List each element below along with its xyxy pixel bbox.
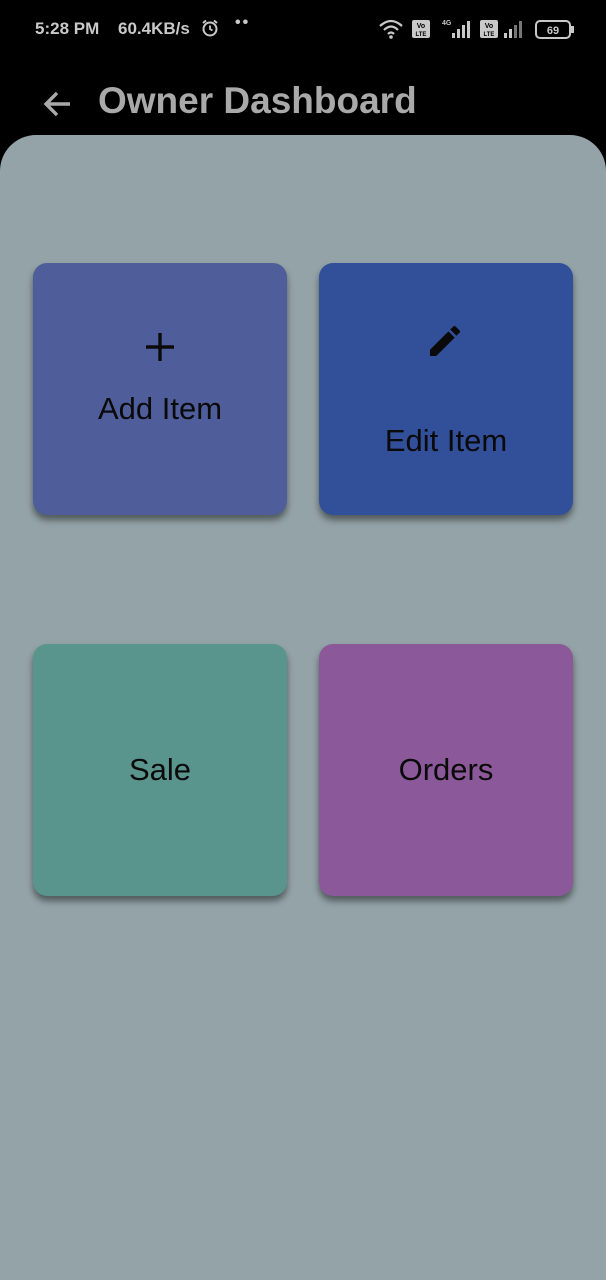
volte-icon-2: Vo LTE	[480, 20, 498, 38]
app-bar: Owner Dashboard	[0, 60, 606, 140]
battery-icon: 69	[535, 20, 574, 39]
svg-text:Vo: Vo	[485, 23, 493, 30]
orders-label: Orders	[398, 752, 494, 787]
wifi-icon	[379, 19, 403, 39]
volte-icon: Vo LTE	[412, 20, 430, 38]
svg-text:Vo: Vo	[417, 23, 425, 30]
sale-button[interactable]: Sale	[33, 644, 287, 896]
alarm-icon	[200, 18, 220, 43]
network-type-label: 4G	[442, 20, 452, 27]
status-time: 5:28 PM	[35, 19, 100, 38]
pencil-icon	[430, 325, 461, 356]
dashboard-panel: Add Item Edit Item Sale Orders	[0, 135, 606, 1280]
add-item-button[interactable]: Add Item	[33, 263, 287, 515]
orders-button[interactable]: Orders	[319, 644, 573, 896]
status-bar: 5:28 PM 60.4KB/s •• Vo LTE 4G Vo LTE 69	[0, 0, 606, 60]
battery-level: 69	[547, 25, 559, 37]
edit-item-button[interactable]: Edit Item	[319, 263, 573, 515]
signal-icon-2	[504, 21, 522, 38]
sale-label: Sale	[128, 752, 192, 787]
back-arrow-icon[interactable]	[40, 86, 76, 122]
svg-text:LTE: LTE	[416, 32, 427, 38]
signal-icon	[452, 21, 470, 38]
status-network-speed: 60.4KB/s	[118, 19, 190, 38]
status-right-icons: Vo LTE 4G Vo LTE 69	[379, 19, 574, 39]
plus-icon	[146, 333, 174, 361]
page-title: Owner Dashboard	[98, 80, 417, 121]
svg-text:LTE: LTE	[484, 32, 495, 38]
notification-dots-icon: ••	[235, 14, 251, 31]
edit-item-label: Edit Item	[384, 423, 508, 458]
add-item-label: Add Item	[97, 391, 223, 426]
